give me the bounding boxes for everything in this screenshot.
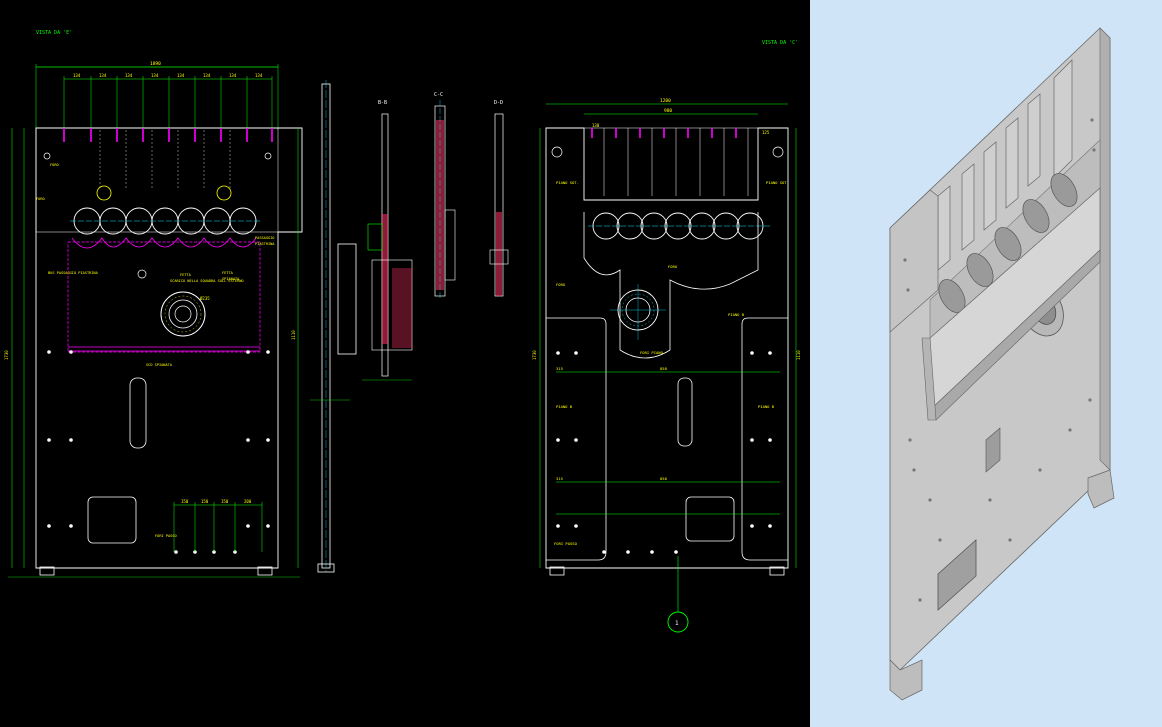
left-pitch-4: 134 xyxy=(151,73,159,78)
left-bore-note: Ø235 xyxy=(200,296,210,301)
cad-drawing-panel[interactable]: VISTA DA 'E' 1890 134 134 134 134 134 13… xyxy=(0,0,810,727)
right-inner-width: 980 xyxy=(664,108,672,114)
right-plane-right: PIANO B xyxy=(758,404,775,409)
side-view xyxy=(310,80,357,573)
left-right-top-note-a: PASSAGGIO xyxy=(255,236,274,240)
right-hole-note-a: FORO xyxy=(556,282,566,287)
balloon-number: 1 xyxy=(675,620,679,627)
right-dim-d: 858 xyxy=(660,476,668,481)
left-pitch-8: 134 xyxy=(255,73,263,78)
right-dim-b: 858 xyxy=(660,366,668,371)
right-hole-note-b: FORO xyxy=(668,264,678,269)
left-view: VISTA DA 'E' 1890 134 134 134 134 134 13… xyxy=(4,30,303,578)
left-bottom-dim-3: 150 xyxy=(221,499,229,504)
right-small-dim: 125 xyxy=(762,130,770,135)
cad-drawing-canvas: VISTA DA 'E' 1890 134 134 134 134 134 13… xyxy=(4,30,801,633)
left-hole-note-b: FORO xyxy=(36,197,45,201)
section-b-title: B-B xyxy=(378,100,387,106)
left-bottom-dim-4: 200 xyxy=(244,499,252,504)
right-overall-width: 1200 xyxy=(660,98,671,104)
left-pitch-1: 134 xyxy=(73,73,81,78)
3d-part-model xyxy=(889,27,1115,701)
left-pitch-5: 134 xyxy=(177,73,185,78)
right-height-b: 1110 xyxy=(796,350,801,360)
right-plate-outline xyxy=(545,127,789,569)
left-right-note-b: SPIANATA xyxy=(222,277,240,281)
left-note-passage: BUS PASSAGGIO PIASTRINA xyxy=(48,271,99,275)
left-groove-note: SCD SPIANATA xyxy=(146,363,173,367)
left-bottom-dim-1: 150 xyxy=(181,499,189,504)
left-view-title: VISTA DA 'E' xyxy=(36,30,72,36)
right-height-a: 1730 xyxy=(532,350,537,360)
right-pin-label-left: PIANO SOT. xyxy=(556,180,579,185)
section-b: B-B xyxy=(362,100,413,381)
right-view-title: VISTA DA 'C' xyxy=(762,40,798,46)
left-pitch-2: 134 xyxy=(99,73,107,78)
left-pitch-7: 134 xyxy=(229,73,237,78)
right-pitch-1: 130 xyxy=(592,123,600,128)
3d-model-panel[interactable] xyxy=(810,0,1162,727)
left-hole-note-a: FORO xyxy=(50,163,59,167)
left-height-total: 1730 xyxy=(4,350,9,360)
right-slot-note: FORI PIANO xyxy=(640,350,664,355)
left-bottom-dim-2: 150 xyxy=(201,499,209,504)
right-pin-label-right: PIANO SOT. xyxy=(766,180,789,185)
right-mid-note: PIANO B xyxy=(728,312,745,317)
right-view: VISTA DA 'C' 1200 980 130 125 1730 1110 … xyxy=(532,40,801,633)
left-overall-width: 1890 xyxy=(150,61,161,67)
left-pitch-3: 134 xyxy=(125,73,133,78)
left-bottom-note: FORI PASSO xyxy=(155,534,177,538)
right-dim-a: 315 xyxy=(556,366,563,371)
right-plane-left: PIANO B xyxy=(556,404,573,409)
section-c: C-C xyxy=(434,92,456,300)
section-c-title: C-C xyxy=(434,92,443,98)
left-center-note-a: FETTA xyxy=(180,273,192,277)
right-dim-c: 315 xyxy=(556,476,563,481)
left-pitch-6: 134 xyxy=(203,73,211,78)
left-right-top-note-b: PIASTRINA xyxy=(255,242,275,246)
right-bottom-note: FORI PASSO xyxy=(554,541,578,546)
left-right-note-a: FETTA xyxy=(222,271,234,275)
section-d: D-D xyxy=(489,100,509,297)
section-d-title: D-D xyxy=(494,100,503,106)
left-height-mid: 1110 xyxy=(291,330,296,340)
